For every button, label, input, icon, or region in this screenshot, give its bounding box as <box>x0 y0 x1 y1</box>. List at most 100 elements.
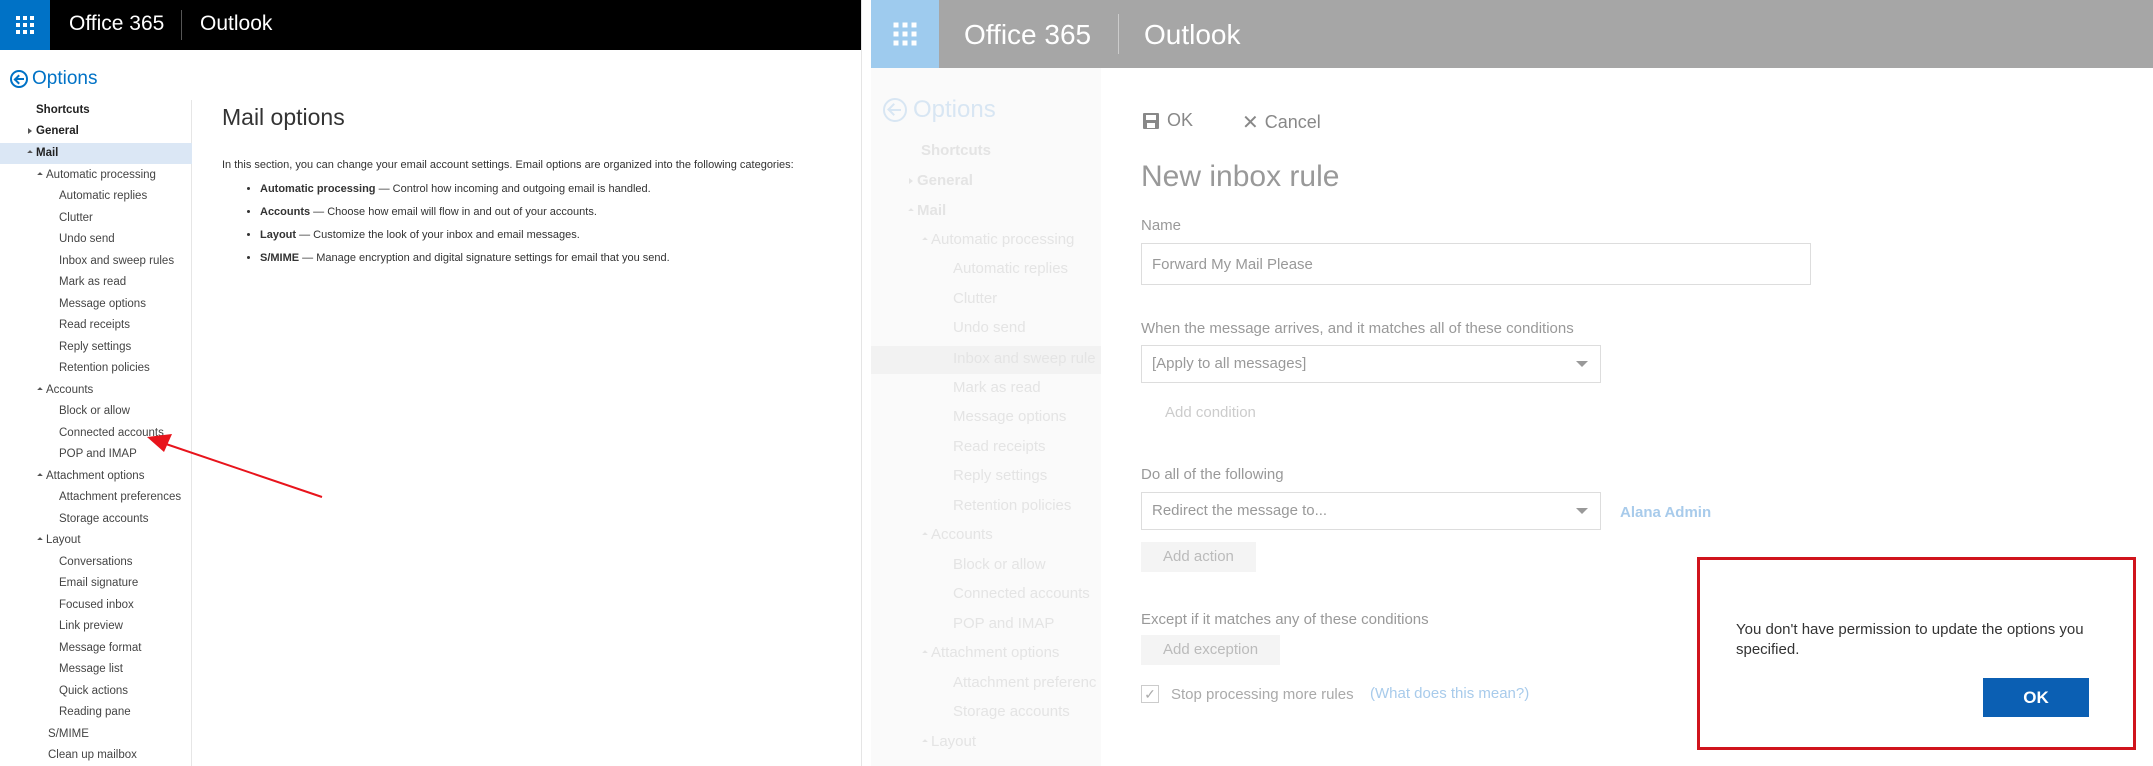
app-launcher-button[interactable] <box>0 0 50 50</box>
collapse-icon <box>27 150 33 156</box>
nav-read-receipts[interactable]: Read receipts <box>59 315 130 335</box>
nav-quick-actions[interactable]: Quick actions <box>59 681 128 701</box>
nav-reply-settings[interactable]: Reply settings <box>953 467 1047 484</box>
top-bar: Office 365 Outlook <box>0 0 861 50</box>
action-select[interactable]: Redirect the message to... <box>1141 492 1601 530</box>
nav-reply-settings[interactable]: Reply settings <box>59 337 131 357</box>
options-back-link[interactable]: Options <box>10 68 97 90</box>
nav-layout[interactable]: Layout <box>37 530 81 550</box>
nav-accounts[interactable]: Accounts <box>922 526 993 543</box>
app-launcher-button[interactable] <box>871 0 939 68</box>
what-does-this-mean-link[interactable]: (What does this mean?) <box>1370 685 1529 702</box>
collapse-icon <box>37 537 43 543</box>
options-nav: Shortcuts General Mail Automatic process… <box>0 100 192 766</box>
exceptions-label: Except if it matches any of these condit… <box>1141 611 1429 628</box>
collapse-icon <box>37 473 43 479</box>
divider <box>1118 14 1119 54</box>
nav-pop-imap[interactable]: POP and IMAP <box>59 444 137 464</box>
nav-shortcuts[interactable]: Shortcuts <box>36 100 90 120</box>
nav-mail[interactable]: Mail <box>908 202 946 219</box>
nav-attachment-options[interactable]: Attachment options <box>922 644 1059 661</box>
nav-automatic-replies[interactable]: Automatic replies <box>59 186 147 206</box>
nav-mark-as-read[interactable]: Mark as read <box>953 379 1041 396</box>
nav-general[interactable]: General <box>909 172 973 189</box>
cancel-toolbar-button[interactable]: ✕ Cancel <box>1242 110 1321 135</box>
nav-storage-accounts[interactable]: Storage accounts <box>59 509 149 529</box>
nav-mark-as-read[interactable]: Mark as read <box>59 272 126 292</box>
nav-shortcuts[interactable]: Shortcuts <box>921 142 991 159</box>
nav-accounts[interactable]: Accounts <box>37 380 93 400</box>
page-title: New inbox rule <box>1141 160 1340 193</box>
stop-processing-checkbox[interactable]: ✓ <box>1141 685 1159 703</box>
permission-error-dialog: You don't have permission to update the … <box>1697 557 2136 750</box>
save-icon <box>1143 112 1159 129</box>
collapse-icon <box>37 172 43 178</box>
options-title: Options <box>913 96 996 123</box>
nav-block-or-allow[interactable]: Block or allow <box>59 401 130 421</box>
nav-clutter[interactable]: Clutter <box>59 208 93 228</box>
dialog-ok-button[interactable]: OK <box>1983 678 2089 717</box>
nav-retention-policies[interactable]: Retention policies <box>953 497 1071 514</box>
nav-pop-imap[interactable]: POP and IMAP <box>953 615 1054 632</box>
nav-conversations[interactable]: Conversations <box>59 552 133 572</box>
app-label[interactable]: Outlook <box>200 12 272 36</box>
nav-block-or-allow[interactable]: Block or allow <box>953 556 1046 573</box>
left-screenshot: Office 365 Outlook Options Shortcuts Gen… <box>0 0 862 766</box>
nav-layout[interactable]: Layout <box>922 733 976 750</box>
nav-smime[interactable]: S/MIME <box>48 724 89 744</box>
nav-read-receipts[interactable]: Read receipts <box>953 438 1046 455</box>
rule-name-input[interactable] <box>1141 243 1811 285</box>
nav-message-options[interactable]: Message options <box>953 408 1066 425</box>
recipient-link[interactable]: Alana Admin <box>1620 504 1711 521</box>
nav-undo-send[interactable]: Undo send <box>59 229 115 249</box>
add-exception-button[interactable]: Add exception <box>1141 635 1281 665</box>
nav-message-format[interactable]: Message format <box>59 638 141 658</box>
nav-clean-up-mailbox[interactable]: Clean up mailbox <box>48 745 137 765</box>
list-item: S/MIME — Manage encryption and digital s… <box>260 252 852 264</box>
nav-email-signature[interactable]: Email signature <box>59 573 138 593</box>
close-icon: ✕ <box>1242 112 1259 134</box>
chevron-down-icon <box>1576 508 1588 514</box>
dialog-message: You don't have permission to update the … <box>1736 621 2084 658</box>
nav-undo-send[interactable]: Undo send <box>953 319 1026 336</box>
collapse-icon <box>922 739 928 745</box>
stop-processing-label: Stop processing more rules <box>1171 686 1354 703</box>
brand-label[interactable]: Office 365 <box>69 12 164 36</box>
nav-retention-policies[interactable]: Retention policies <box>59 358 150 378</box>
app-label[interactable]: Outlook <box>1144 19 1241 51</box>
nav-automatic-processing[interactable]: Automatic processing <box>922 231 1074 248</box>
conditions-label: When the message arrives, and it matches… <box>1141 320 1574 337</box>
nav-link-preview[interactable]: Link preview <box>59 616 123 636</box>
brand-label[interactable]: Office 365 <box>964 19 1091 51</box>
page-title: Mail options <box>222 104 345 130</box>
collapse-icon <box>922 532 928 538</box>
nav-message-options[interactable]: Message options <box>59 294 146 314</box>
condition-select[interactable]: [Apply to all messages] <box>1141 345 1601 383</box>
nav-connected-accounts[interactable]: Connected accounts <box>59 423 164 443</box>
nav-connected-accounts[interactable]: Connected accounts <box>953 585 1090 602</box>
nav-reading-pane[interactable]: Reading pane <box>59 702 131 722</box>
nav-attachment-preferences[interactable]: Attachment preferences <box>59 487 181 507</box>
add-action-button[interactable]: Add action <box>1141 542 1256 572</box>
nav-automatic-replies[interactable]: Automatic replies <box>953 260 1068 277</box>
nav-inbox-sweep-rules[interactable]: Inbox and sweep rule <box>953 350 1096 367</box>
nav-storage-accounts[interactable]: Storage accounts <box>953 703 1070 720</box>
nav-general[interactable]: General <box>28 121 79 141</box>
nav-inbox-sweep-rules[interactable]: Inbox and sweep rules <box>59 251 174 271</box>
nav-automatic-processing[interactable]: Automatic processing <box>37 165 156 185</box>
nav-mail[interactable]: Mail <box>27 143 58 163</box>
collapse-icon <box>922 237 928 243</box>
waffle-icon <box>893 22 917 46</box>
add-condition-button[interactable]: Add condition <box>1165 404 1256 421</box>
list-item: Layout — Customize the look of your inbo… <box>260 229 852 241</box>
ok-toolbar-button[interactable]: OK <box>1143 110 1193 131</box>
nav-clutter[interactable]: Clutter <box>953 290 997 307</box>
nav-attachment-options[interactable]: Attachment options <box>37 466 144 486</box>
nav-message-list[interactable]: Message list <box>59 659 123 679</box>
category-list: Automatic processing — Control how incom… <box>222 183 852 264</box>
nav-attachment-preferences[interactable]: Attachment preferenc <box>953 674 1096 691</box>
back-arrow-icon <box>10 70 28 88</box>
nav-focused-inbox[interactable]: Focused inbox <box>59 595 134 615</box>
options-back-link[interactable]: Options <box>883 96 996 124</box>
list-item: Accounts — Choose how email will flow in… <box>260 206 852 218</box>
